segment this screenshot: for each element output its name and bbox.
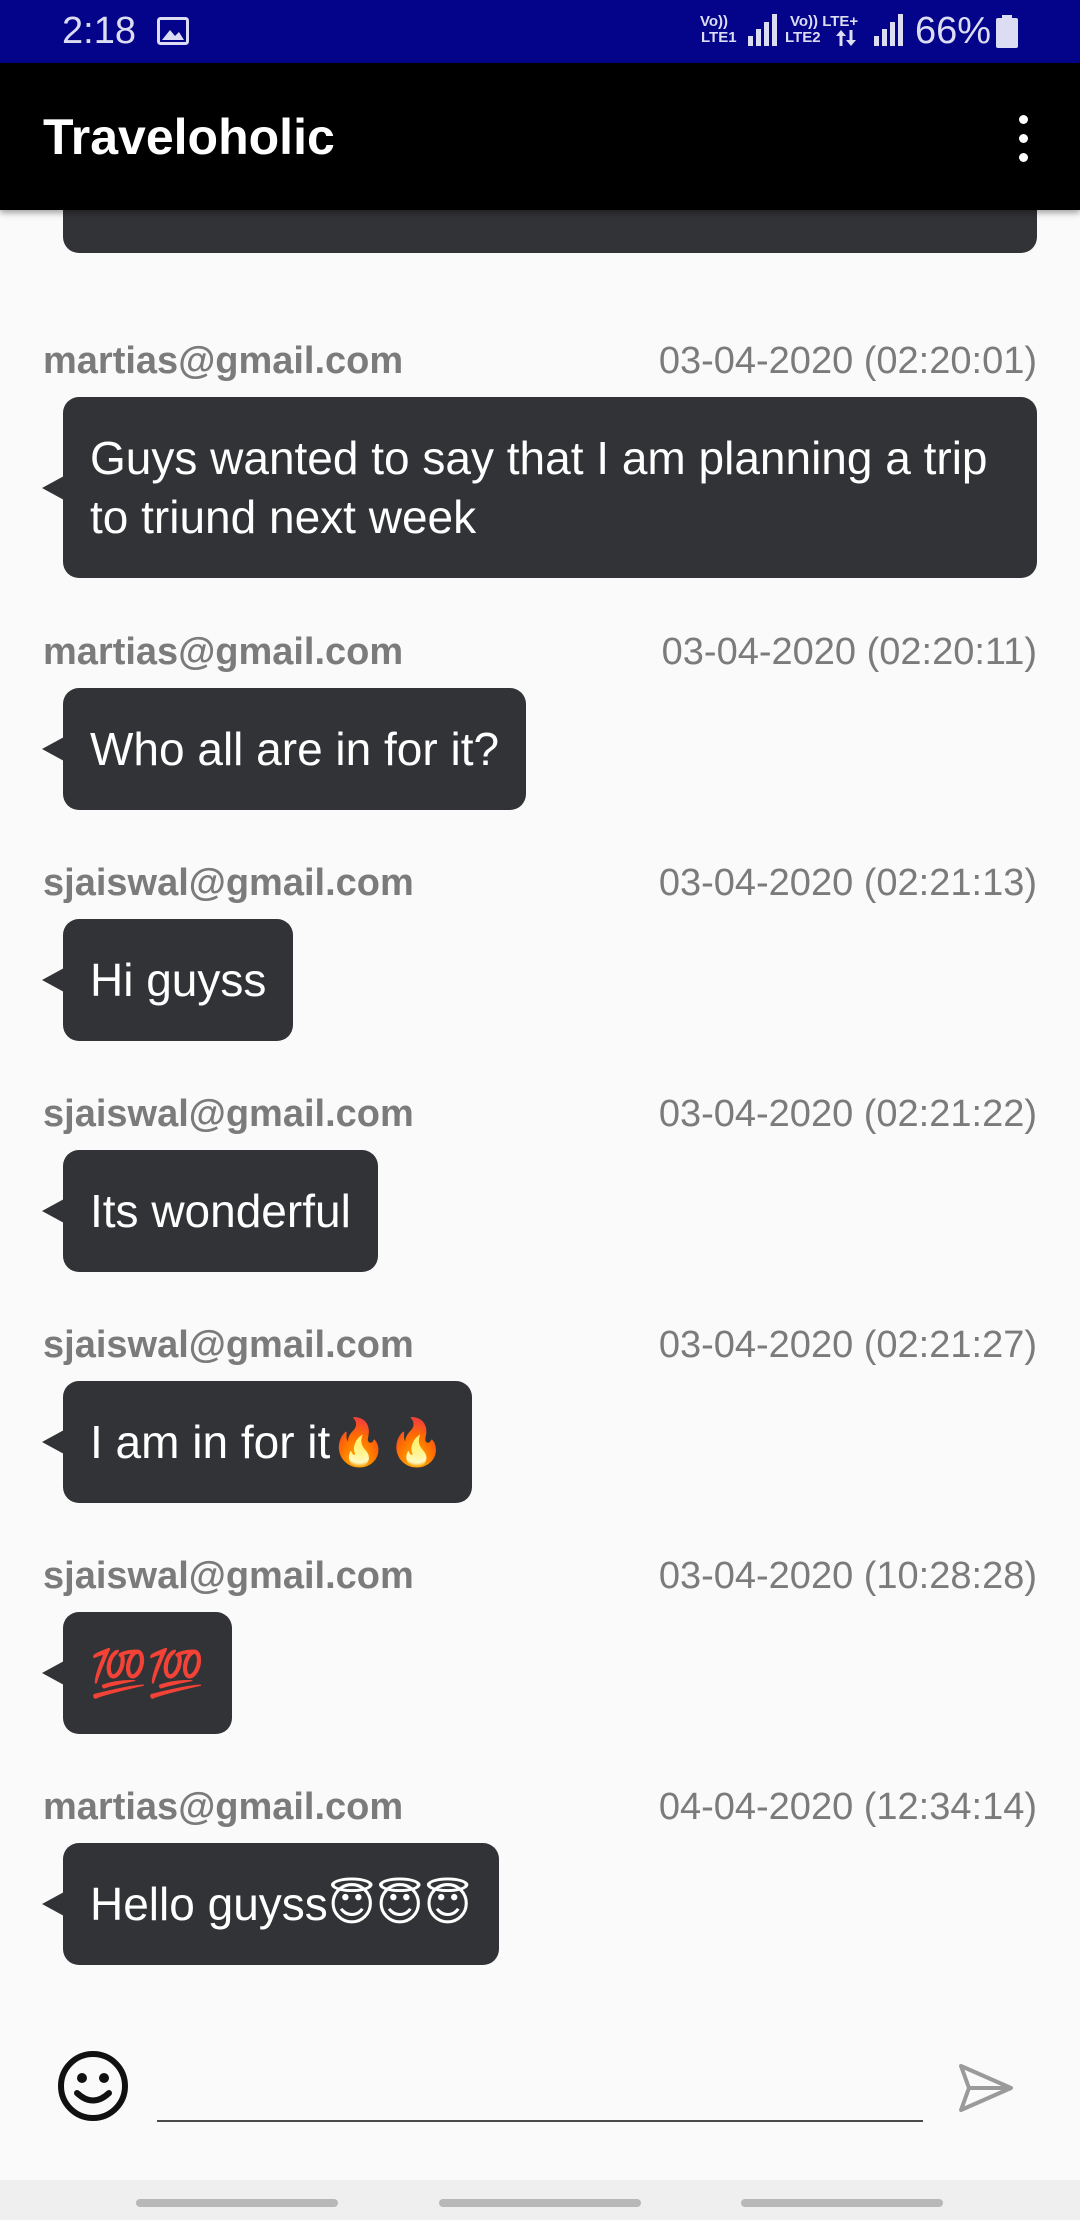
message-text: Its wonderful	[90, 1185, 351, 1237]
data-arrows-icon	[836, 30, 856, 46]
message-bubble: Hello guyss😇😇😇	[42, 1843, 499, 1965]
message-sender: sjaiswal@gmail.com	[43, 1324, 414, 1366]
message-list[interactable]: me martias@gmail.com 03-04-2020 (02:20:0…	[0, 210, 1080, 2000]
message-timestamp: 03-04-2020 (10:28:28)	[658, 1555, 1037, 1597]
message-input-bar	[0, 2000, 1080, 2180]
nav-back-button[interactable]	[741, 2199, 943, 2207]
system-navigation-bar	[0, 2180, 1080, 2220]
message-sender: martias@gmail.com	[43, 1786, 404, 1828]
message-timestamp: 04-04-2020 (12:34:14)	[658, 1786, 1037, 1828]
message-bubble: me	[63, 210, 1037, 253]
message-text: Guys wanted to say that I am planning a …	[90, 432, 988, 543]
message-bubble: Guys wanted to say that I am planning a …	[42, 397, 1037, 578]
message-sender: sjaiswal@gmail.com	[43, 1093, 414, 1135]
message-input[interactable]	[157, 2060, 923, 2122]
message-text: 💯💯	[90, 1647, 205, 1699]
message-bubble: Its wonderful	[42, 1150, 378, 1272]
signal-icon	[874, 14, 903, 46]
message-bubble: 💯💯	[42, 1612, 232, 1734]
message-sender: sjaiswal@gmail.com	[43, 1555, 414, 1597]
message-bubble: Hi guyss	[41, 919, 294, 1041]
status-bar: 2:18 Vo)) LTE1 Vo)) LTE+ LTE2 66%	[0, 0, 1080, 63]
message-text: Hello guyss😇😇😇	[90, 1878, 472, 1930]
sim2-volte-label: Vo)) LTE+	[790, 13, 859, 30]
sim1-lte-label: LTE1	[701, 29, 737, 46]
message-text: I am in for it🔥🔥	[90, 1416, 445, 1468]
send-icon[interactable]	[957, 2060, 1015, 2116]
nav-home-button[interactable]	[439, 2199, 641, 2207]
message-sender: martias@gmail.com	[43, 340, 404, 382]
message-text: Who all are in for it?	[90, 723, 500, 775]
message-text: me	[90, 210, 154, 215]
status-time: 2:18	[62, 10, 136, 52]
message-sender: martias@gmail.com	[43, 631, 404, 673]
message-timestamp: 03-04-2020 (02:20:01)	[658, 340, 1037, 382]
sim1-volte-label: Vo))	[700, 13, 729, 30]
message-timestamp: 03-04-2020 (02:21:22)	[658, 1093, 1037, 1135]
signal-icon	[748, 14, 777, 46]
smiley-icon[interactable]	[57, 2050, 129, 2122]
message-text: Hi guyss	[90, 954, 267, 1006]
message-timestamp: 03-04-2020 (02:20:11)	[661, 631, 1037, 673]
overflow-menu-icon[interactable]	[1003, 111, 1043, 167]
gallery-icon	[157, 17, 189, 45]
app-bar: Traveloholic	[0, 63, 1080, 210]
battery-percentage: 66%	[915, 10, 992, 52]
message-bubble: I am in for it🔥🔥	[42, 1381, 472, 1503]
message-timestamp: 03-04-2020 (02:21:13)	[658, 862, 1037, 904]
app-title: Traveloholic	[43, 109, 335, 165]
message-bubble: Who all are in for it?	[41, 688, 527, 810]
battery-icon	[996, 15, 1018, 48]
message-timestamp: 03-04-2020 (02:21:27)	[658, 1324, 1037, 1366]
sim2-lte-label: LTE2	[785, 29, 821, 46]
nav-recents-button[interactable]	[136, 2199, 338, 2207]
message-sender: sjaiswal@gmail.com	[43, 862, 414, 904]
